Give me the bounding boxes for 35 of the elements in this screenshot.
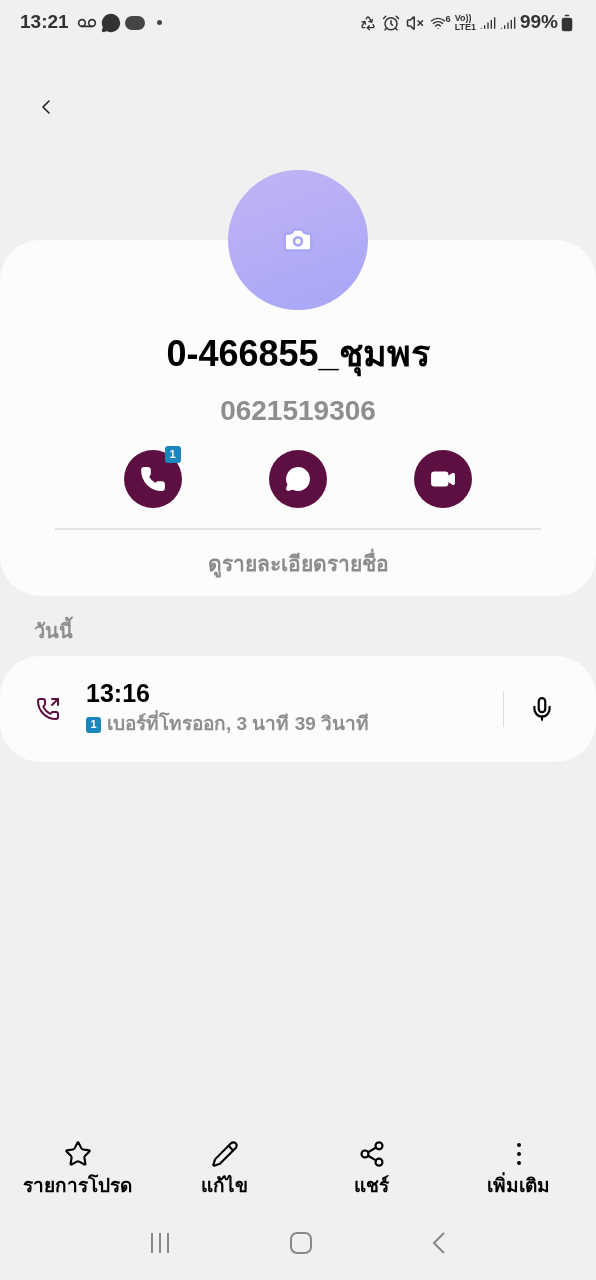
home-button[interactable]: [290, 1232, 312, 1254]
wifi-label: 6: [445, 13, 451, 26]
signal-icon: [499, 14, 516, 31]
more-icon: [516, 1142, 521, 1165]
outgoing-call-icon: [36, 696, 60, 721]
call-detail: เบอร์ที่โทรออก, 3 นาที 39 วินาที: [107, 710, 370, 739]
call-time: 13:16: [86, 678, 151, 709]
more-button[interactable]: เพิ่มเติม: [445, 1139, 592, 1200]
back-icon: [433, 1232, 446, 1254]
phone-icon: [139, 466, 166, 492]
signal-icon: [479, 14, 496, 31]
pencil-icon: [210, 1139, 239, 1168]
battery-saver-icon: [359, 13, 376, 32]
chat-bubble-icon: [285, 466, 311, 492]
video-call-button[interactable]: [414, 450, 473, 508]
status-time: 13:21: [20, 10, 69, 35]
edit-button[interactable]: แก้ไข: [151, 1139, 298, 1200]
volte-label: Vo)): [454, 13, 472, 23]
call-log-item[interactable]: 13:16 1 เบอร์ที่โทรออก, 3 นาที 39 วินาที: [0, 655, 596, 762]
contact-name: 0-466855_ชุมพร: [166, 332, 430, 376]
star-icon: [63, 1139, 92, 1168]
mute-icon: [405, 13, 424, 32]
chat-app-icon: [100, 12, 121, 33]
sim-badge: 1: [86, 716, 101, 733]
recent-apps-button[interactable]: [150, 1233, 169, 1253]
section-title: วันนี้: [34, 615, 73, 646]
back-nav-button[interactable]: [433, 1232, 446, 1254]
phone-number: 0621519306: [220, 394, 376, 428]
lte-label: LTE1: [454, 22, 476, 32]
message-button[interactable]: [269, 450, 327, 508]
share-button[interactable]: แชร์: [298, 1139, 445, 1200]
favorite-button[interactable]: รายการโปรด: [4, 1139, 151, 1200]
alarm-icon: [381, 13, 400, 32]
battery-percent: 99%: [519, 10, 558, 35]
sim-badge: 1: [164, 446, 181, 463]
